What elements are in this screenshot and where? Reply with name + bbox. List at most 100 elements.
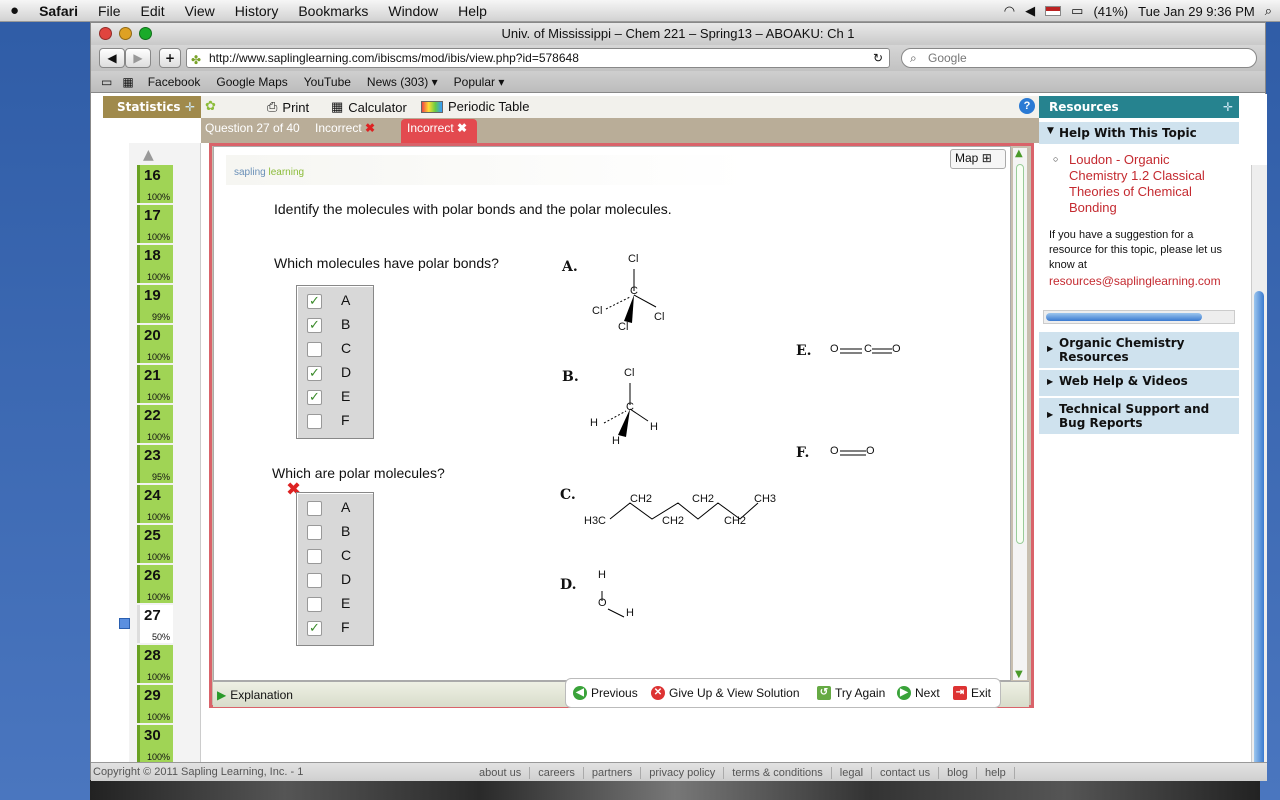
- question-nav-item[interactable]: 23 95%: [137, 445, 173, 483]
- scroll-up-icon[interactable]: ▲: [143, 147, 154, 163]
- question-nav-item[interactable]: 18 100%: [137, 245, 173, 283]
- previous-button[interactable]: ◀ Previous: [573, 686, 638, 700]
- arrow-right-icon: ▶: [897, 686, 911, 700]
- menu-app-name[interactable]: Safari: [29, 3, 88, 19]
- resources-hscrollbar[interactable]: [1043, 310, 1235, 324]
- bookmark-popular[interactable]: Popular ▾: [454, 75, 505, 89]
- explanation-toggle[interactable]: ▶ Explanation: [217, 688, 293, 702]
- footer-link[interactable]: contact us: [872, 766, 940, 779]
- wifi-icon[interactable]: ◠: [1004, 3, 1015, 19]
- current-attempt-tab[interactable]: Incorrect ✖: [401, 119, 477, 143]
- calculator-button[interactable]: ▦ Calculator: [331, 99, 407, 115]
- menu-file[interactable]: File: [88, 3, 131, 19]
- hscroll-thumb[interactable]: [1046, 313, 1202, 321]
- polar-bonds-checkbox[interactable]: ✓: [307, 390, 322, 405]
- polar-bonds-checkbox[interactable]: ✓: [307, 318, 322, 333]
- expand-icon[interactable]: ✛: [185, 96, 195, 118]
- help-icon[interactable]: ?: [1019, 98, 1035, 114]
- page-scroll-thumb[interactable]: [1254, 291, 1264, 762]
- help-topic-header[interactable]: ▼ Help With This Topic: [1039, 122, 1239, 144]
- next-button[interactable]: ▶ Next: [897, 686, 940, 700]
- scroll-thumb[interactable]: [1016, 164, 1024, 544]
- question-nav-item[interactable]: 21 100%: [137, 365, 173, 403]
- footer-link[interactable]: about us: [471, 766, 531, 779]
- spotlight-icon[interactable]: ⌕: [1265, 3, 1272, 19]
- question-nav-item[interactable]: 24 100%: [137, 485, 173, 523]
- give-up-label: Give Up & View Solution: [669, 686, 800, 700]
- footer-link[interactable]: blog: [939, 766, 977, 779]
- polar-molecules-checkbox[interactable]: [307, 525, 322, 540]
- back-button[interactable]: ◀: [99, 48, 125, 68]
- panel-technical-support[interactable]: ▶ Technical Support and Bug Reports: [1039, 398, 1239, 434]
- zoom-window-button[interactable]: [139, 27, 152, 40]
- address-bar[interactable]: ✤ http://www.saplinglearning.com/ibiscms…: [186, 48, 890, 68]
- print-button[interactable]: ⎙ Print: [267, 99, 309, 115]
- close-window-button[interactable]: [99, 27, 112, 40]
- try-again-button[interactable]: ↺ Try Again: [817, 686, 885, 700]
- add-bookmark-button[interactable]: +: [159, 48, 181, 68]
- bookmark-youtube[interactable]: YouTube: [304, 75, 351, 89]
- question-nav-item[interactable]: 30 100%: [137, 725, 173, 762]
- reload-icon[interactable]: ↻: [873, 49, 883, 67]
- top-sites-icon[interactable]: ▦: [122, 75, 133, 89]
- battery-icon[interactable]: ▭: [1071, 3, 1083, 19]
- menu-edit[interactable]: Edit: [131, 3, 175, 19]
- footer-link[interactable]: careers: [530, 766, 584, 779]
- panel-web-help-videos[interactable]: ▶ Web Help & Videos: [1039, 370, 1239, 396]
- menu-bookmarks[interactable]: Bookmarks: [288, 3, 378, 19]
- scroll-down-arrow-icon[interactable]: ▼: [1015, 669, 1023, 680]
- bookmark-google-maps[interactable]: Google Maps: [216, 75, 287, 89]
- footer-link[interactable]: terms & conditions: [724, 766, 832, 779]
- panel-organic-chemistry-resources[interactable]: ▶ Organic Chemistry Resources: [1039, 332, 1239, 368]
- menu-clock[interactable]: Tue Jan 29 9:36 PM: [1138, 4, 1255, 19]
- question-number: 20: [144, 327, 161, 344]
- reading-list-icon[interactable]: ▭: [101, 75, 112, 89]
- search-field[interactable]: ⌕ Google: [901, 48, 1257, 68]
- question-nav-item[interactable]: 19 99%: [137, 285, 173, 323]
- menu-help[interactable]: Help: [448, 3, 497, 19]
- menu-history[interactable]: History: [225, 3, 289, 19]
- question-nav-item[interactable]: 27 50%: [137, 605, 173, 643]
- apple-menu-icon[interactable]: ●: [0, 2, 29, 19]
- resource-link[interactable]: Loudon - Organic Chemistry 1.2 Classical…: [1069, 152, 1219, 216]
- question-nav-item[interactable]: 29 100%: [137, 685, 173, 723]
- question-nav-item[interactable]: 28 100%: [137, 645, 173, 683]
- polar-bonds-checkbox[interactable]: ✓: [307, 366, 322, 381]
- polar-bonds-checkbox[interactable]: [307, 342, 322, 357]
- polar-bonds-checkbox[interactable]: [307, 414, 322, 429]
- polar-molecules-checkbox[interactable]: [307, 597, 322, 612]
- polar-molecules-checkbox[interactable]: [307, 501, 322, 516]
- give-up-button[interactable]: ✕ Give Up & View Solution: [651, 686, 800, 700]
- polar-molecules-checkbox[interactable]: [307, 573, 322, 588]
- question-scrollbar[interactable]: ▲ ▼: [1013, 148, 1027, 680]
- bookmark-facebook[interactable]: Facebook: [148, 75, 201, 89]
- footer-link[interactable]: privacy policy: [641, 766, 725, 779]
- periodic-table-button[interactable]: Periodic Table: [421, 99, 529, 114]
- question-nav-item[interactable]: 16 100%: [137, 165, 173, 203]
- statistics-tab[interactable]: Statistics ✛: [103, 96, 201, 118]
- footer-link[interactable]: legal: [832, 766, 873, 779]
- resource-email-link[interactable]: resources@saplinglearning.com: [1049, 274, 1239, 288]
- scroll-up-arrow-icon[interactable]: ▲: [1015, 148, 1023, 159]
- polar-molecules-checkbox[interactable]: [307, 549, 322, 564]
- collapse-icon[interactable]: ✛: [1223, 96, 1233, 118]
- volume-icon[interactable]: ◀: [1025, 3, 1035, 19]
- menu-window[interactable]: Window: [378, 3, 448, 19]
- menu-view[interactable]: View: [175, 3, 225, 19]
- question-nav-item[interactable]: 17 100%: [137, 205, 173, 243]
- question-nav-item[interactable]: 26 100%: [137, 565, 173, 603]
- footer-link[interactable]: help: [977, 766, 1015, 779]
- bookmark-news[interactable]: News (303) ▾: [367, 75, 438, 89]
- flag-icon[interactable]: [1045, 6, 1062, 16]
- footer-link[interactable]: partners: [584, 766, 642, 779]
- minimize-window-button[interactable]: [119, 27, 132, 40]
- map-button[interactable]: Map ⊞: [950, 149, 1006, 169]
- question-nav-item[interactable]: 20 100%: [137, 325, 173, 363]
- question-nav-item[interactable]: 22 100%: [137, 405, 173, 443]
- polar-bonds-checkbox[interactable]: ✓: [307, 294, 322, 309]
- page-scrollbar[interactable]: [1251, 165, 1267, 762]
- question-nav-item[interactable]: 25 100%: [137, 525, 173, 563]
- forward-button[interactable]: ▶: [125, 48, 151, 68]
- polar-molecules-checkbox[interactable]: ✓: [307, 621, 322, 636]
- exit-button[interactable]: ⇥ Exit: [953, 686, 991, 700]
